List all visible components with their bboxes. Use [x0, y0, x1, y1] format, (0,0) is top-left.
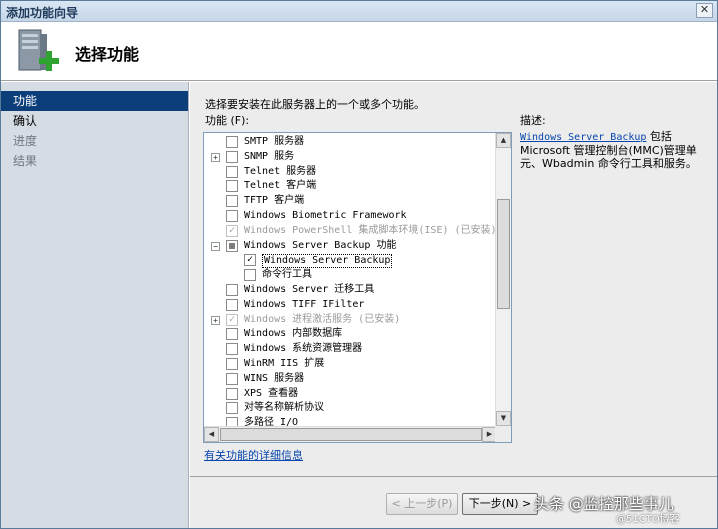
description-body: Windows Server Backup 包括 Microsoft 管理控制台…	[520, 130, 705, 170]
vertical-scroll-thumb[interactable]	[497, 199, 510, 309]
more-info-link[interactable]: 有关功能的详细信息	[204, 447, 303, 463]
feature-label: Telnet 客户端	[244, 180, 317, 192]
feature-row[interactable]: Windows Biometric Framework	[204, 209, 497, 224]
horizontal-scrollbar[interactable]: ◀ ▶	[204, 426, 497, 442]
wizard-footer: < 上一步(P) 下一步(N) > 头条 @监控那些事儿 @51CTO博客	[190, 476, 717, 528]
feature-label: XPS 查看器	[244, 387, 299, 399]
feature-checkbox: ✓	[226, 313, 238, 326]
description-link[interactable]: Windows Server Backup	[520, 132, 646, 143]
feature-row[interactable]: Telnet 服务器	[204, 165, 497, 180]
feature-checkbox[interactable]	[226, 298, 238, 311]
watermark-small-text: @51CTO博客	[616, 514, 680, 525]
feature-row[interactable]: ✓ Windows PowerShell 集成脚本环境(ISE) (已安装)	[204, 224, 497, 239]
feature-checkbox[interactable]	[226, 150, 238, 163]
feature-row[interactable]: + SNMP 服务	[204, 150, 497, 165]
feature-checkbox[interactable]	[226, 180, 238, 193]
feature-row[interactable]: TFTP 客户端	[204, 194, 497, 209]
feature-label: 对等名称解析协议	[244, 402, 324, 414]
feature-checkbox[interactable]	[226, 283, 238, 296]
feature-row[interactable]: ✓ Windows Server Backup	[204, 253, 497, 269]
feature-checkbox[interactable]	[226, 328, 238, 341]
feature-row[interactable]: XPS 查看器	[204, 387, 497, 402]
page-title: 选择功能	[75, 45, 140, 64]
feature-checkbox[interactable]	[226, 239, 238, 252]
sidebar-item-0[interactable]: 功能	[1, 91, 188, 111]
feature-row[interactable]: Telnet 客户端	[204, 179, 497, 194]
feature-label: WinRM IIS 扩展	[244, 357, 325, 369]
features-label: 功能 (F):	[205, 114, 250, 127]
feature-label: Windows Biometric Framework	[244, 209, 407, 221]
feature-checkbox[interactable]	[226, 372, 238, 385]
feature-row[interactable]: Windows 内部数据库	[204, 327, 497, 342]
horizontal-scroll-thumb[interactable]	[220, 428, 482, 441]
previous-button[interactable]: < 上一步(P)	[386, 493, 458, 515]
instruction-text: 选择要安装在此服务器上的一个或多个功能。	[205, 98, 425, 111]
feature-label: 命令行工具	[262, 269, 312, 281]
sidebar-item-1[interactable]: 确认	[1, 111, 188, 131]
vertical-scrollbar[interactable]: ▲ ▼	[495, 133, 511, 426]
feature-label: Windows Server Backup 功能	[244, 239, 397, 251]
feature-label: SNMP 服务	[244, 150, 295, 162]
feature-checkbox[interactable]	[226, 402, 238, 415]
feature-row[interactable]: Windows TIFF IFilter	[204, 298, 497, 313]
window-title: 添加功能向导	[6, 6, 79, 20]
feature-checkbox: ✓	[226, 224, 238, 237]
title-bar: 添加功能向导 ✕	[1, 1, 717, 22]
feature-checkbox[interactable]	[226, 195, 238, 208]
feature-row[interactable]: 命令行工具	[204, 268, 497, 283]
collapse-icon[interactable]: −	[211, 241, 220, 251]
feature-label: Windows 内部数据库	[244, 328, 343, 340]
scroll-down-icon[interactable]: ▼	[496, 411, 511, 426]
scrollbar-corner	[495, 426, 511, 442]
feature-row[interactable]: Windows 系统资源管理器	[204, 342, 497, 357]
feature-label: WINS 服务器	[244, 372, 305, 384]
feature-checkbox[interactable]	[226, 387, 238, 400]
expand-icon[interactable]: +	[211, 315, 220, 325]
feature-row[interactable]: WINS 服务器	[204, 372, 497, 387]
add-features-wizard-window: 添加功能向导 ✕ 选择功能 功能 确认进度结果 选择要安装在此服务器上的一个或多个…	[0, 0, 718, 529]
expand-icon[interactable]: +	[211, 152, 220, 162]
feature-label: Telnet 服务器	[244, 165, 317, 177]
wizard-header: 选择功能	[1, 22, 717, 81]
next-button[interactable]: 下一步(N) >	[462, 493, 538, 515]
close-button[interactable]: ✕	[696, 3, 713, 18]
feature-row[interactable]: − Windows Server Backup 功能	[204, 239, 497, 254]
feature-label: Windows Server Backup	[262, 254, 393, 269]
feature-row[interactable]: SMTP 服务器	[204, 135, 497, 150]
features-tree[interactable]: SMTP 服务器 + SNMP 服务 Telnet 服务器 Telnet 客户端 TFTP…	[203, 132, 512, 443]
sidebar-item-3: 结果	[13, 154, 38, 168]
feature-checkbox[interactable]	[226, 209, 238, 222]
feature-checkbox[interactable]	[226, 357, 238, 370]
features-tree-rows: SMTP 服务器 + SNMP 服务 Telnet 服务器 Telnet 客户端 TFTP…	[204, 135, 497, 431]
feature-row[interactable]: + ✓ Windows 进程激活服务 (已安装)	[204, 313, 497, 328]
server-add-icon	[18, 29, 59, 71]
feature-checkbox[interactable]: ✓	[244, 254, 256, 267]
feature-label: Windows 系统资源管理器	[244, 343, 363, 355]
main-content: 选择要安装在此服务器上的一个或多个功能。 功能 (F): SMTP 服务器 + SN…	[190, 82, 717, 476]
sidebar-item-2: 进度	[13, 134, 38, 148]
feature-row[interactable]: WinRM IIS 扩展	[204, 357, 497, 372]
wizard-steps-sidebar: 功能 确认进度结果	[1, 82, 189, 528]
feature-checkbox[interactable]	[226, 343, 238, 356]
scroll-up-icon[interactable]: ▲	[496, 133, 511, 148]
feature-row[interactable]: Windows Server 迁移工具	[204, 283, 497, 298]
feature-label: Windows 进程激活服务 (已安装)	[244, 313, 401, 325]
feature-checkbox[interactable]	[226, 136, 238, 148]
feature-label: TFTP 客户端	[244, 195, 305, 207]
description-label: 描述:	[520, 114, 546, 127]
feature-label: SMTP 服务器	[244, 136, 305, 147]
feature-checkbox[interactable]	[244, 269, 256, 282]
feature-checkbox[interactable]	[226, 165, 238, 178]
feature-label: Windows PowerShell 集成脚本环境(ISE) (已安装)	[244, 224, 497, 236]
feature-row[interactable]: 对等名称解析协议	[204, 401, 497, 416]
feature-label: Windows TIFF IFilter	[244, 298, 365, 310]
feature-label: Windows Server 迁移工具	[244, 283, 375, 295]
scroll-left-icon[interactable]: ◀	[204, 427, 219, 442]
